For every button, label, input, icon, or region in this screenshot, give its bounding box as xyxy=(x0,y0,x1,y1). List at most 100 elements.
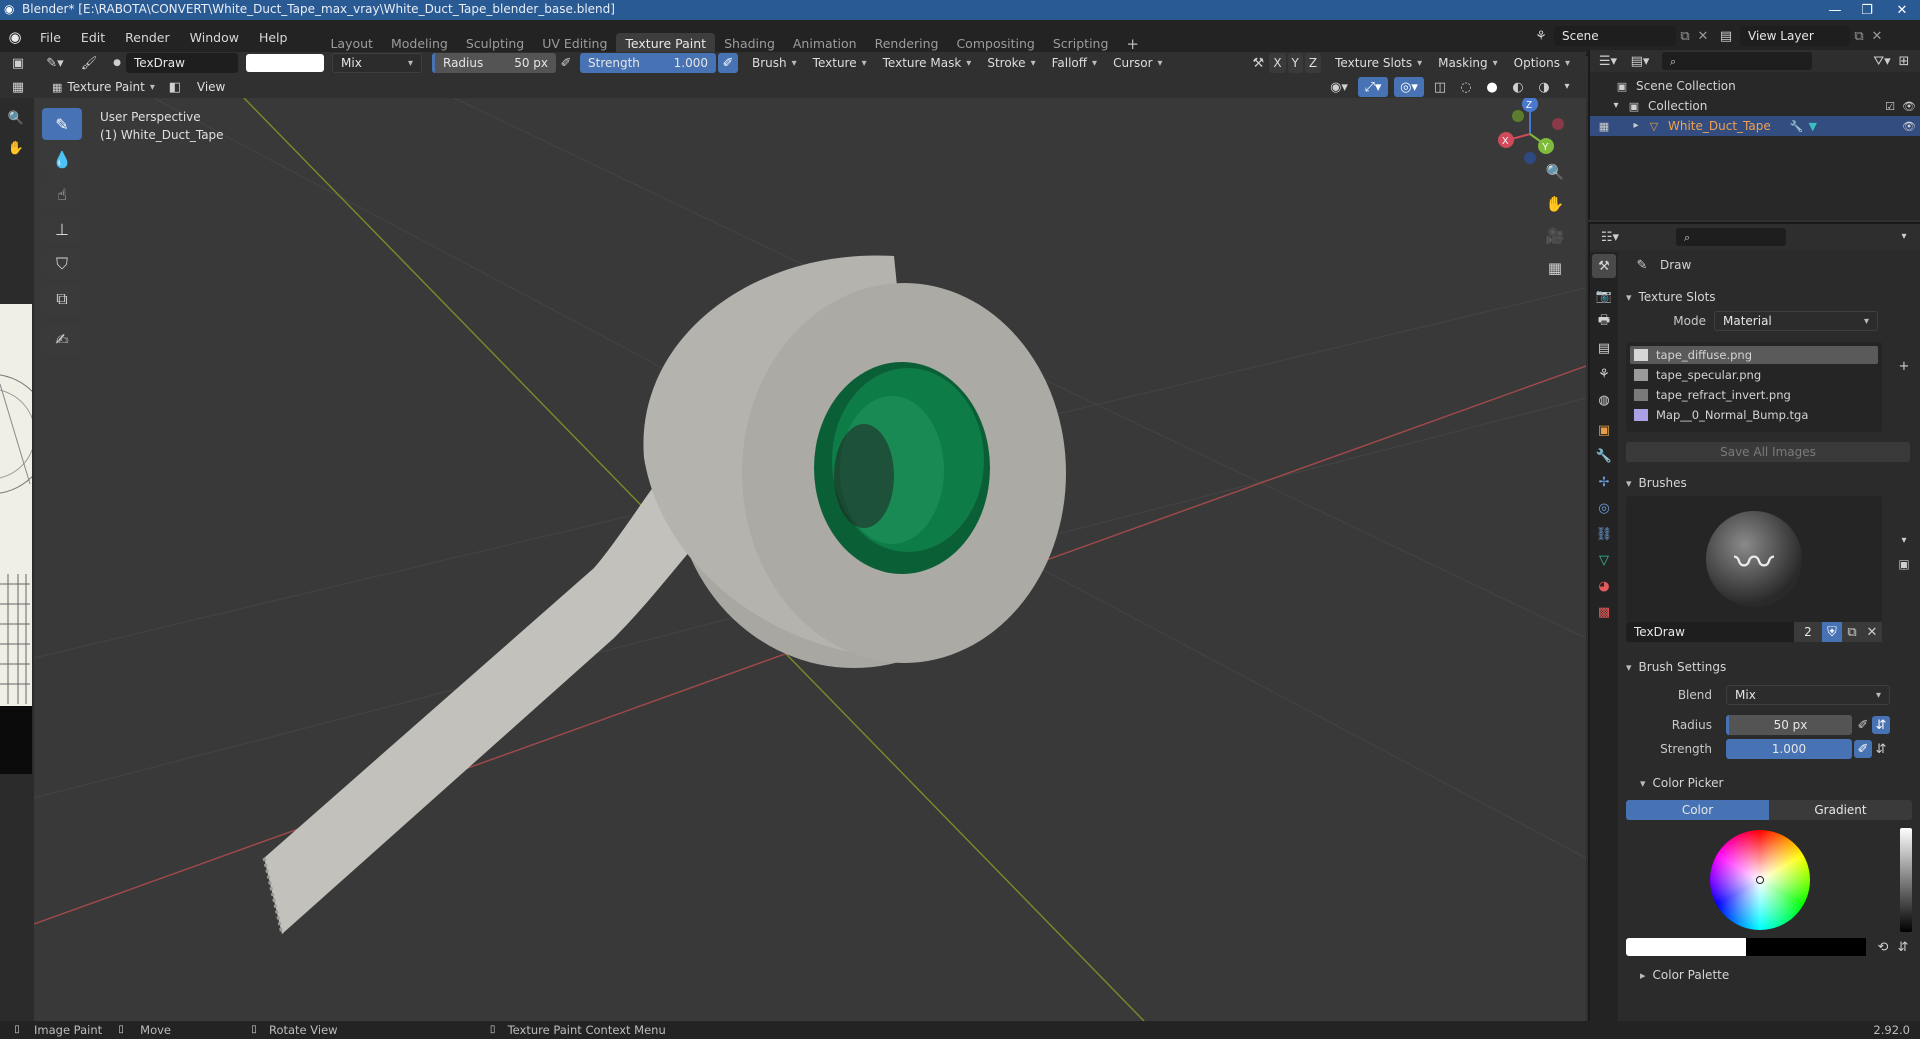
radius-pressure-icon[interactable]: ✐ xyxy=(556,57,576,70)
strength-value-slider[interactable]: 1.000 xyxy=(1726,739,1852,759)
menu-help[interactable]: Help xyxy=(249,20,298,56)
texture-slot-item[interactable]: Map__0_Normal_Bump.tga xyxy=(1630,406,1878,424)
radius-slider[interactable]: Radius 50 px xyxy=(432,53,556,73)
strength-unified-toggle-icon[interactable]: ⇵ xyxy=(1872,743,1890,756)
color-wheel[interactable] xyxy=(1710,830,1810,930)
scene-remove-icon[interactable]: ✕ xyxy=(1694,30,1712,43)
view-menu[interactable]: View xyxy=(189,77,233,97)
physics-tab-icon[interactable]: ◎ xyxy=(1592,496,1616,520)
mirror-y-toggle[interactable]: Y xyxy=(1287,53,1303,73)
texture-slots-menu[interactable]: Texture Slots xyxy=(1327,53,1430,73)
brush-users-count[interactable]: 2 xyxy=(1794,622,1822,642)
view-layer-tab-icon[interactable]: ▤ xyxy=(1592,336,1616,360)
shading-options-icon[interactable]: ▾ xyxy=(1560,82,1574,92)
color-picker-section[interactable]: Color Picker xyxy=(1640,772,1916,794)
3d-viewport[interactable]: User Perspective (1) White_Duct_Tape Z X… xyxy=(34,98,1586,1021)
scene-tab-icon[interactable]: ⚘ xyxy=(1592,362,1616,386)
texture-mode-dropdown[interactable]: Material xyxy=(1714,311,1878,331)
brush-color-swatch[interactable] xyxy=(246,54,324,72)
editor-type-icon[interactable]: ▣ xyxy=(6,57,30,70)
outliner-object-row[interactable]: ▦ ▸ ▽ White_Duct_Tape 🔧 ▼ 👁 xyxy=(1590,116,1920,136)
camera-view-icon[interactable]: 🎥 xyxy=(1542,222,1568,250)
pan-hand-icon[interactable]: ✋ xyxy=(4,142,28,155)
swap-colors-icon[interactable]: ⟲ xyxy=(1872,941,1894,954)
properties-options-icon[interactable]: ▾ xyxy=(1894,232,1914,242)
secondary-color-swatch[interactable] xyxy=(1746,938,1866,956)
radius-pressure-toggle-icon[interactable]: ✐ xyxy=(1854,719,1872,732)
view-layer-copy-icon[interactable]: ⧉ xyxy=(1850,30,1868,43)
value-slider[interactable] xyxy=(1900,828,1912,932)
material-tab-icon[interactable]: ◕ xyxy=(1592,574,1616,598)
close-icon[interactable]: ✕ xyxy=(1884,0,1920,20)
mode-dropdown[interactable]: ▦ Texture Paint xyxy=(44,77,163,97)
add-slot-icon[interactable]: + xyxy=(1896,360,1912,373)
collection-exclude-checkbox[interactable]: ☑ xyxy=(1882,101,1898,112)
gradient-tab[interactable]: Gradient xyxy=(1769,800,1912,820)
scene-field[interactable]: Scene xyxy=(1554,26,1676,46)
collection-visibility-icon[interactable]: 👁 xyxy=(1898,101,1920,112)
brush-image-icon[interactable]: ▣ xyxy=(1896,558,1912,570)
annotate-tool-button[interactable]: ✍ xyxy=(42,323,82,355)
clone-tool-button[interactable]: ⊥ xyxy=(42,213,82,245)
texture-slot-item[interactable]: tape_diffuse.png xyxy=(1630,346,1878,364)
cursor-menu[interactable]: Cursor xyxy=(1105,53,1170,73)
save-all-images-button[interactable]: Save All Images xyxy=(1626,442,1910,462)
brushes-section[interactable]: Brushes xyxy=(1626,472,1916,494)
filter-icon[interactable]: ⛛▾ xyxy=(1870,55,1894,68)
navigation-gizmo[interactable]: Z X Y xyxy=(1494,98,1584,178)
new-collection-icon[interactable]: ⊞ xyxy=(1894,55,1914,68)
texture-slot-item[interactable]: tape_specular.png xyxy=(1630,366,1878,384)
texture-tab-icon[interactable]: ▩ xyxy=(1592,600,1616,624)
particles-tab-icon[interactable]: ✢ xyxy=(1592,470,1616,494)
collection-expand-icon[interactable]: ▾ xyxy=(1610,101,1622,111)
unlink-brush-icon[interactable]: ✕ xyxy=(1862,622,1882,642)
radius-unified-toggle-icon[interactable]: ⇵ xyxy=(1872,716,1890,734)
strength-pressure-toggle-icon[interactable]: ✐ xyxy=(1854,740,1872,758)
stroke-menu[interactable]: Stroke xyxy=(979,53,1043,73)
outliner-display-mode-icon[interactable]: ▤▾ xyxy=(1628,55,1652,68)
texture-menu[interactable]: Texture xyxy=(805,53,875,73)
brush-name-input[interactable]: TexDraw xyxy=(1626,622,1794,642)
smear-tool-button[interactable]: ☝ xyxy=(42,178,82,210)
object-expand-icon[interactable]: ▸ xyxy=(1630,121,1642,131)
fake-user-shield-icon[interactable]: ⛨ xyxy=(1822,622,1842,642)
modifier-tab-icon[interactable]: 🔧 xyxy=(1592,444,1616,468)
paint-mask-icon[interactable]: ◧ xyxy=(165,81,185,94)
brush-menu[interactable]: Brush xyxy=(744,53,805,73)
outliner-editor-icon[interactable]: ☰▾ xyxy=(1596,55,1620,68)
scene-copy-icon[interactable]: ⧉ xyxy=(1676,30,1694,43)
falloff-menu[interactable]: Falloff xyxy=(1044,53,1105,73)
radius-value-slider[interactable]: 50 px xyxy=(1726,715,1852,735)
color-tab[interactable]: Color xyxy=(1626,800,1769,820)
soften-tool-button[interactable]: 💧 xyxy=(42,143,82,175)
options-menu[interactable]: Options xyxy=(1506,53,1578,73)
constraints-tab-icon[interactable]: ⛓ xyxy=(1592,522,1616,546)
primary-color-swatch[interactable] xyxy=(1626,938,1746,956)
zoom-view-icon[interactable]: 🔍 xyxy=(1542,158,1568,186)
viewport-editor-icon[interactable]: ▦ xyxy=(6,81,30,94)
view-layer-icon[interactable]: ▤ xyxy=(1712,30,1740,43)
duplicate-brush-icon[interactable]: ⧉ xyxy=(1842,622,1862,642)
menu-render[interactable]: Render xyxy=(115,20,180,56)
menu-file[interactable]: File xyxy=(30,20,71,56)
ortho-toggle-icon[interactable]: ▦ xyxy=(1542,254,1568,282)
brush-blend-dropdown[interactable]: Mix xyxy=(1726,685,1890,705)
view-layer-field[interactable]: View Layer xyxy=(1740,26,1850,46)
strength-slider[interactable]: Strength 1.000 xyxy=(580,53,716,73)
unified-color-icon[interactable]: ⇵ xyxy=(1894,941,1912,954)
draw-tool-button[interactable]: ✎ xyxy=(42,108,82,140)
fill-tool-button[interactable]: ⛉ xyxy=(42,248,82,280)
visibility-icon[interactable]: ◉▾ xyxy=(1326,81,1352,94)
outliner-scene-collection[interactable]: ▣ Scene Collection xyxy=(1590,76,1920,96)
zoom-icon[interactable]: 🔍 xyxy=(4,112,28,125)
pan-view-icon[interactable]: ✋ xyxy=(1542,190,1568,218)
color-wheel-cursor[interactable] xyxy=(1756,876,1764,884)
menu-edit[interactable]: Edit xyxy=(71,20,115,56)
brush-list-dropdown-icon[interactable]: ▾ xyxy=(1896,536,1912,546)
brush-preview[interactable]: 〰 xyxy=(1626,496,1882,622)
brush-settings-section[interactable]: Brush Settings xyxy=(1626,656,1916,678)
properties-editor-icon[interactable]: ☷▾ xyxy=(1596,231,1624,244)
scene-icon[interactable]: ⚘ xyxy=(1528,30,1554,43)
outliner-search-input[interactable]: ⌕ xyxy=(1662,52,1812,70)
active-tool-icon[interactable]: ✎▾ xyxy=(40,57,70,70)
